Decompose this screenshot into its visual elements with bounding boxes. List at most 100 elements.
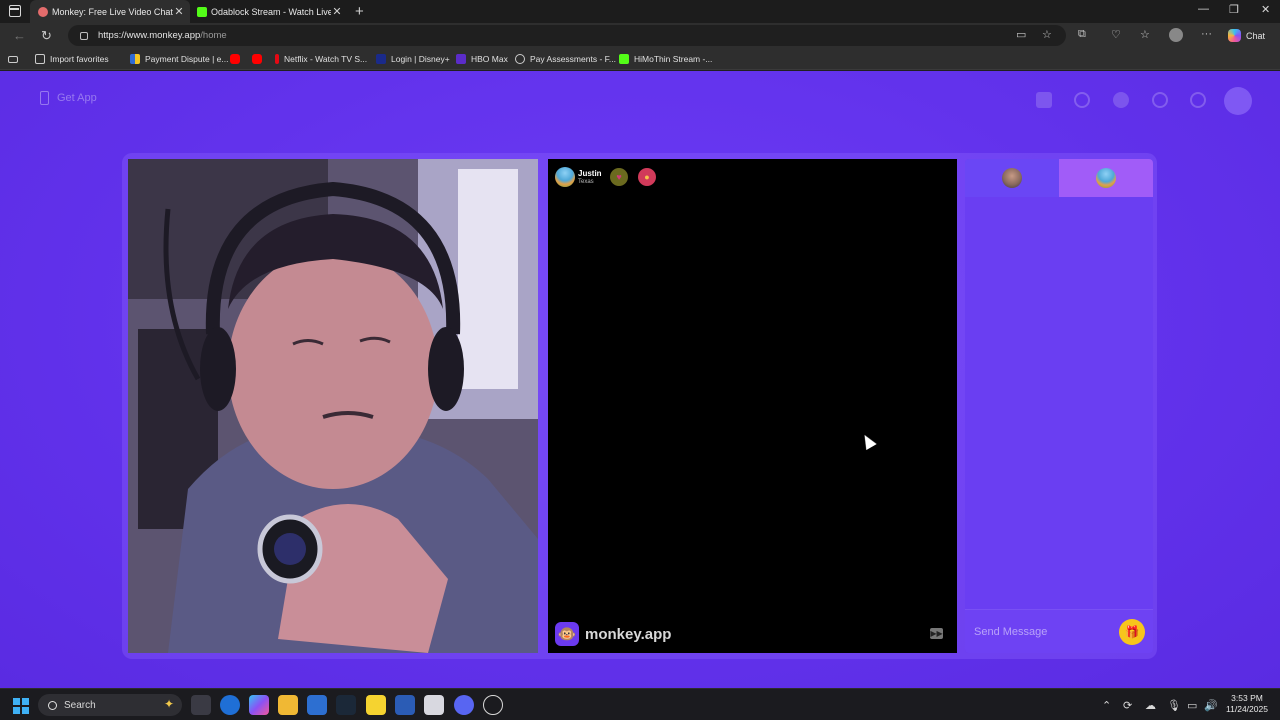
copilot-sparkle-icon: ✦: [163, 697, 174, 711]
favorite-payment-dispute[interactable]: Payment Dispute | e...: [130, 52, 228, 66]
monkey-app-page: Get App Justin Texas ♥ ● 🐵 monkey.app ▶▶…: [0, 71, 1280, 688]
skip-icon[interactable]: ▶▶: [930, 628, 943, 639]
favorite-disney[interactable]: Login | Disney+: [376, 52, 450, 66]
peer-info[interactable]: Justin Texas: [555, 167, 602, 187]
get-app-button[interactable]: Get App: [40, 91, 97, 105]
favorite-youtube-2[interactable]: [252, 52, 267, 66]
address-bar-row: ← ↻ https://www.monkey.app/home ▭ ☆ ⧉ ♡ …: [0, 23, 1280, 48]
copilot-chat-button[interactable]: Chat: [1228, 26, 1274, 45]
edge-icon[interactable]: [220, 695, 240, 715]
clock-app-icon[interactable]: [483, 695, 503, 715]
heart-badge-icon[interactable]: ♥: [610, 168, 628, 186]
taskbar-search[interactable]: Search ✦: [38, 694, 182, 716]
favorite-import[interactable]: Import favorites: [35, 52, 109, 66]
lock-icon: [80, 31, 88, 40]
favorite-himothin[interactable]: HiMoThin Stream -...: [619, 52, 712, 66]
chat-tabs: [965, 159, 1153, 197]
url-field[interactable]: https://www.monkey.app/home: [68, 25, 1066, 46]
search-icon[interactable]: [1074, 92, 1090, 108]
payment-icon: [130, 54, 140, 64]
taskbar: Search ✦ ⌃ ⟳ ☁ 🎙 ▭ 🔊 3:53 PM 11/24/2025: [0, 688, 1280, 720]
profile-avatar-icon[interactable]: [1169, 28, 1183, 42]
minimize-icon[interactable]: —: [1198, 3, 1209, 15]
shop-icon[interactable]: [1036, 92, 1052, 108]
favorite-star-icon[interactable]: ☆: [1042, 28, 1052, 41]
local-camera-feed: [128, 159, 538, 653]
import-icon: [35, 54, 45, 64]
restore-icon[interactable]: ❐: [1229, 3, 1239, 16]
tab-monkey[interactable]: Monkey: Free Live Video Chat ✕: [30, 0, 190, 23]
copilot-icon: [1228, 29, 1241, 42]
refresh-icon[interactable]: ↻: [41, 28, 52, 44]
favorite-pay-assessments[interactable]: Pay Assessments - F...: [515, 52, 616, 66]
cloud-icon[interactable]: ☁: [1145, 699, 1156, 712]
monkey-favicon-icon: [38, 6, 48, 17]
favorite-youtube-1[interactable]: [230, 52, 245, 66]
profile-avatar[interactable]: [1224, 87, 1252, 115]
browser-essentials-icon[interactable]: ♡: [1111, 28, 1121, 41]
self-avatar: [1002, 168, 1022, 188]
discord-icon[interactable]: [454, 695, 474, 715]
new-tab-icon[interactable]: +: [355, 3, 364, 20]
close-window-icon[interactable]: ✕: [1261, 3, 1270, 16]
phone-icon: [40, 91, 49, 105]
windows-start-icon[interactable]: [13, 698, 29, 714]
kick-favicon-icon: [197, 6, 207, 17]
history-icon[interactable]: [1152, 92, 1168, 108]
steam-icon[interactable]: [336, 695, 356, 715]
tab-title: Odablock Stream - Watch Live on: [211, 6, 331, 17]
volume-icon[interactable]: 🔊: [1204, 699, 1218, 712]
peer-chat-avatar: [1096, 168, 1116, 188]
disney-icon: [376, 54, 386, 64]
hbo-icon: [456, 54, 466, 64]
message-bar: 🎁: [965, 609, 1153, 653]
snipping-tool-icon[interactable]: [424, 695, 444, 715]
microphone-icon[interactable]: 🎙: [1167, 699, 1181, 712]
back-icon[interactable]: ←: [13, 28, 26, 43]
favorites-menu-icon[interactable]: [8, 52, 23, 66]
close-icon[interactable]: ✕: [173, 5, 185, 18]
tab-odablock[interactable]: Odablock Stream - Watch Live on ✕: [193, 0, 348, 23]
extensions-icon[interactable]: ⧉: [1078, 28, 1086, 41]
gift-icon[interactable]: 🎁: [1119, 619, 1145, 645]
camera-image: [128, 159, 538, 653]
peer-name: Justin: [578, 168, 602, 178]
url-path: /home: [200, 30, 227, 41]
display-icon[interactable]: ▭: [1187, 699, 1197, 712]
tray-chevron-icon[interactable]: ⌃: [1102, 699, 1111, 712]
favorite-netflix[interactable]: Netflix - Watch TV S...: [275, 52, 367, 66]
sticky-notes-icon[interactable]: [366, 695, 386, 715]
favorites-icon[interactable]: ☆: [1140, 28, 1150, 41]
onedrive-sync-icon[interactable]: ⟳: [1123, 699, 1132, 712]
chat-tab-self[interactable]: [965, 159, 1059, 197]
messages-icon[interactable]: [1190, 92, 1206, 108]
file-explorer-icon[interactable]: [278, 695, 298, 715]
mouse-cursor-icon: [859, 431, 877, 451]
favorite-hbo[interactable]: HBO Max: [456, 52, 508, 66]
kick-icon: [619, 54, 629, 64]
tab-title: Monkey: Free Live Video Chat: [52, 6, 173, 17]
more-options-icon[interactable]: ···: [1201, 28, 1212, 40]
report-badge-icon[interactable]: ●: [638, 168, 656, 186]
netflix-icon: [275, 54, 279, 64]
copilot-app-icon[interactable]: [249, 695, 269, 715]
chat-tab-peer[interactable]: [1059, 159, 1153, 197]
friends-icon[interactable]: [1113, 92, 1129, 108]
word-icon[interactable]: [395, 695, 415, 715]
close-icon[interactable]: ✕: [331, 5, 343, 18]
system-clock[interactable]: 3:53 PM 11/24/2025: [1222, 693, 1272, 715]
task-view-icon[interactable]: [191, 695, 211, 715]
peer-avatar: [555, 167, 575, 187]
monkey-logo-icon: 🐵: [555, 622, 579, 646]
camera-permission-icon[interactable]: ▭: [1016, 28, 1026, 41]
youtube-icon: [230, 54, 240, 64]
message-input[interactable]: [965, 610, 1115, 653]
stranger-video-feed: Justin Texas ♥ ● 🐵 monkey.app ▶▶: [548, 159, 957, 653]
tab-actions-icon[interactable]: [9, 5, 21, 17]
favorites-bar: Import favorites Payment Dispute | e... …: [0, 48, 1280, 70]
taskbar-search-label: Search: [64, 699, 96, 711]
search-icon: [48, 700, 57, 710]
store-icon[interactable]: [307, 695, 327, 715]
youtube-icon: [252, 54, 262, 64]
chat-label: Chat: [1246, 30, 1266, 41]
